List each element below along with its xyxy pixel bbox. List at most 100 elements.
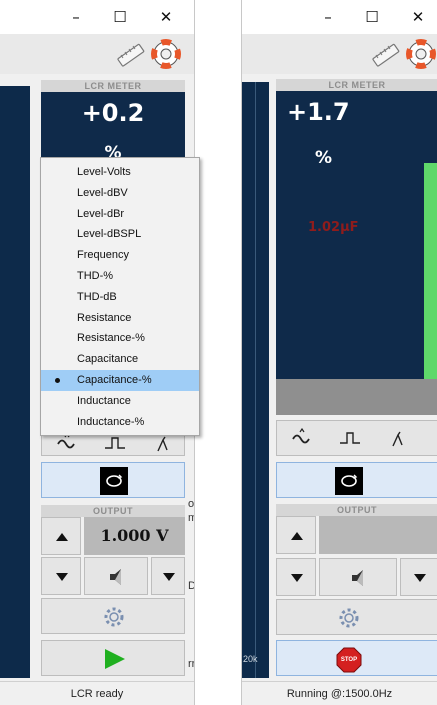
menu-item[interactable]: Inductance-% bbox=[41, 412, 199, 433]
step-icon[interactable] bbox=[387, 429, 409, 454]
speaker-icon bbox=[110, 569, 121, 585]
menu-item[interactable]: Level-dBV bbox=[41, 183, 199, 204]
lcr-reading: +1.7 bbox=[276, 91, 437, 133]
level-down-button[interactable] bbox=[276, 558, 316, 596]
loop-button[interactable] bbox=[276, 462, 437, 498]
scope-plot[interactable]: 20k bbox=[242, 82, 269, 678]
title-bar: – ☐ ✕ bbox=[242, 0, 437, 34]
level-down-button[interactable] bbox=[41, 557, 81, 595]
level-up-button[interactable] bbox=[276, 516, 316, 554]
menu-item[interactable]: THD-% bbox=[41, 266, 199, 287]
triangle-down-icon bbox=[291, 574, 303, 582]
menu-item[interactable]: Inductance bbox=[41, 391, 199, 412]
scope-plot[interactable] bbox=[0, 86, 30, 678]
lifebuoy-icon[interactable] bbox=[405, 38, 437, 70]
gear-icon bbox=[104, 607, 124, 627]
menu-item-label: Inductance-% bbox=[77, 415, 145, 428]
run-button[interactable] bbox=[41, 640, 185, 676]
display-footer bbox=[276, 379, 437, 415]
level-bar-fill bbox=[424, 163, 437, 379]
background-text: DI bbox=[188, 580, 194, 592]
close-button[interactable]: ✕ bbox=[144, 0, 188, 34]
triangle-up-icon bbox=[56, 533, 68, 541]
menu-item[interactable]: Resistance bbox=[41, 308, 199, 329]
sine-wave-icon[interactable] bbox=[291, 427, 313, 453]
ruler-icon[interactable] bbox=[114, 38, 146, 70]
lcr-window-right: – ☐ ✕ 20k LCR METER +1.7 % 1.02µF OUTPUT… bbox=[241, 0, 437, 705]
background-text: rr bbox=[188, 658, 195, 670]
menu-item-label: THD-dB bbox=[77, 290, 117, 303]
toolbar bbox=[242, 34, 437, 74]
background-text: o( bbox=[188, 498, 195, 510]
triangle-down-icon bbox=[414, 574, 426, 582]
menu-item-label: Capacitance bbox=[77, 353, 139, 366]
ruler-icon[interactable] bbox=[369, 38, 401, 70]
maximize-button[interactable]: ☐ bbox=[350, 0, 394, 34]
lcr-meter-header: LCR METER bbox=[41, 80, 185, 92]
menu-item[interactable]: Level-dBr bbox=[41, 204, 199, 225]
menu-item-label: Level-dBr bbox=[77, 207, 125, 220]
status-bar: Running @:1500.0Hz bbox=[242, 681, 437, 705]
menu-item[interactable]: Capacitance-% bbox=[41, 369, 199, 391]
capacitance-reading: 1.02µF bbox=[308, 220, 359, 235]
menu-item[interactable]: Frequency bbox=[41, 245, 199, 266]
output-level[interactable] bbox=[319, 516, 437, 554]
output-level[interactable]: 1.000 V bbox=[84, 517, 185, 555]
speaker-icon bbox=[352, 570, 363, 586]
pulse-icon[interactable] bbox=[104, 434, 126, 459]
output-dropdown-button[interactable] bbox=[151, 557, 185, 595]
menu-item[interactable]: Level-Volts bbox=[41, 162, 199, 183]
output-dropdown-button[interactable] bbox=[400, 558, 437, 596]
loop-icon bbox=[100, 467, 128, 495]
sine-wave-icon[interactable] bbox=[56, 432, 78, 458]
toolbar bbox=[0, 34, 194, 74]
lcr-unit[interactable]: % bbox=[276, 133, 422, 379]
step-icon[interactable] bbox=[152, 434, 174, 459]
menu-item-label: Level-dBSPL bbox=[77, 228, 142, 241]
level-up-button[interactable] bbox=[41, 517, 81, 555]
play-icon bbox=[105, 649, 125, 669]
close-button[interactable]: ✕ bbox=[396, 0, 437, 34]
settings-button[interactable] bbox=[276, 599, 437, 635]
triangle-down-icon bbox=[163, 573, 175, 581]
level-bar-track bbox=[422, 133, 437, 379]
minimize-button[interactable]: – bbox=[306, 0, 350, 34]
stop-button[interactable]: STOP bbox=[276, 640, 437, 676]
menu-item-label: Frequency bbox=[77, 249, 129, 262]
loop-icon bbox=[335, 467, 363, 495]
menu-item-label: Resistance-% bbox=[77, 332, 145, 345]
waveform-selector bbox=[276, 420, 437, 456]
menu-item-label: Capacitance-% bbox=[77, 373, 152, 386]
menu-item[interactable]: Resistance-% bbox=[41, 328, 199, 349]
selected-dot-icon bbox=[55, 377, 60, 383]
background-text: m bbox=[188, 512, 194, 524]
maximize-button[interactable]: ☐ bbox=[98, 0, 142, 34]
pulse-icon[interactable] bbox=[339, 429, 361, 454]
output-header: OUTPUT bbox=[41, 505, 185, 517]
title-bar: – ☐ ✕ bbox=[0, 0, 194, 34]
measurement-mode-menu: Level-Volts Level-dBV Level-dBr Level-dBSPL… bbox=[40, 157, 200, 436]
menu-item[interactable]: Capacitance bbox=[41, 349, 199, 370]
settings-button[interactable] bbox=[41, 598, 185, 634]
gear-icon bbox=[339, 608, 359, 628]
loop-button[interactable] bbox=[41, 462, 185, 498]
menu-item-label: Level-Volts bbox=[77, 166, 131, 178]
menu-item-label: Inductance bbox=[77, 394, 131, 407]
minimize-button[interactable]: – bbox=[54, 0, 98, 34]
lifebuoy-icon[interactable] bbox=[150, 38, 182, 70]
stop-icon: STOP bbox=[336, 647, 362, 673]
output-header: OUTPUT bbox=[276, 504, 437, 516]
lcr-meter-header: LCR METER bbox=[276, 79, 437, 91]
menu-item-label: THD-% bbox=[77, 269, 114, 282]
menu-item-label: Resistance bbox=[77, 311, 132, 324]
lcr-reading: +0.2 bbox=[41, 92, 185, 134]
menu-item[interactable]: THD-dB bbox=[41, 287, 199, 308]
mute-button[interactable] bbox=[319, 558, 397, 596]
frequency-axis-label: 20k bbox=[243, 654, 258, 664]
menu-item[interactable]: Level-dBSPL bbox=[41, 224, 199, 245]
menu-item-label: Level-dBV bbox=[77, 186, 128, 199]
triangle-up-icon bbox=[291, 532, 303, 540]
status-bar: LCR ready bbox=[0, 681, 194, 705]
stop-label: STOP bbox=[340, 657, 358, 663]
mute-button[interactable] bbox=[84, 557, 148, 595]
